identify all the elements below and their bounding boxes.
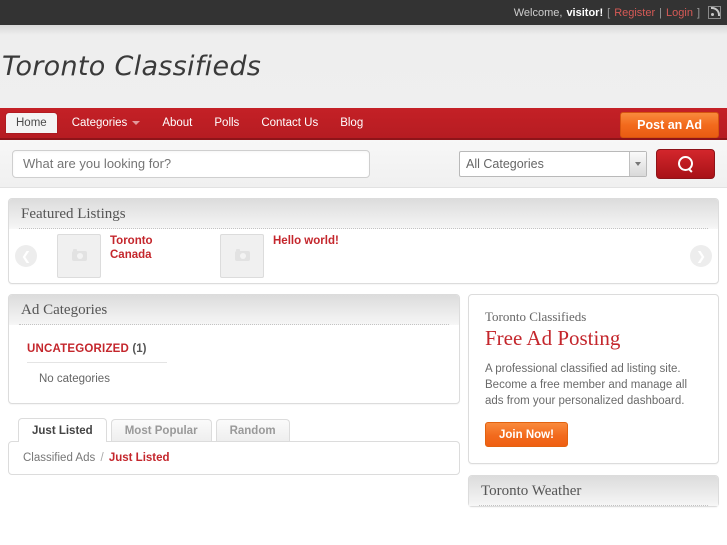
- category-entry-count: (1): [132, 343, 147, 355]
- nav-item-polls[interactable]: Polls: [203, 108, 250, 138]
- welcome-text: Welcome,: [513, 6, 563, 19]
- search-bar: All Categories: [0, 140, 727, 188]
- tab-random-label: Random: [229, 424, 276, 437]
- featured-listings-panel: Featured Listings ❮ Toronto Canada Hello…: [8, 198, 719, 284]
- right-sidebar: Toronto Classifieds Free Ad Posting A pr…: [468, 294, 719, 508]
- main-navigation: Home Categories About Polls Contact Us B…: [0, 108, 727, 140]
- site-logo[interactable]: Toronto Classifieds: [2, 51, 261, 82]
- prev-arrow-glyph: ❮: [20, 249, 32, 263]
- page-content: Featured Listings ❮ Toronto Canada Hello…: [0, 188, 727, 508]
- bracket-close: ]: [696, 6, 700, 19]
- listing-tabs-panel: Classified Ads / Just Listed: [8, 441, 460, 475]
- category-select[interactable]: All Categories: [459, 150, 647, 177]
- toronto-weather-widget: Toronto Weather: [468, 475, 719, 508]
- featured-items-list: Toronto Canada Hello world!: [37, 234, 690, 278]
- promo-description: A professional classified ad listing sit…: [485, 363, 687, 408]
- promo-kicker: Toronto Classifieds: [485, 309, 587, 324]
- tab-most-popular-label: Most Popular: [124, 424, 198, 437]
- featured-item[interactable]: Hello world!: [220, 234, 339, 278]
- nav-item-about[interactable]: About: [151, 108, 203, 138]
- nav-item-list: Home Categories About Polls Contact Us B…: [0, 108, 374, 138]
- breadcrumb-root[interactable]: Classified Ads: [23, 452, 95, 464]
- camera-glyph: [71, 249, 87, 261]
- listing-tabs: Just Listed Most Popular Random: [8, 418, 460, 442]
- category-entry: UNCATEGORIZED (1): [27, 341, 167, 363]
- nav-item-contact-us-label: Contact Us: [261, 117, 319, 129]
- next-arrow-glyph: ❯: [695, 249, 707, 263]
- rss-icon[interactable]: [708, 6, 721, 19]
- search-controls: All Categories: [459, 148, 715, 179]
- nav-item-about-label: About: [162, 117, 193, 129]
- featured-listings-header: Featured Listings: [9, 199, 718, 229]
- left-column: Ad Categories UNCATEGORIZED (1) No categ…: [8, 294, 460, 475]
- register-link[interactable]: Register: [614, 7, 655, 19]
- featured-item-title[interactable]: Toronto Canada: [110, 234, 184, 262]
- nav-item-polls-label: Polls: [214, 117, 240, 129]
- camera-placeholder-icon[interactable]: [57, 234, 101, 278]
- top-utility-bar-inner: Welcome, visitor! [ Register | Login ]: [514, 6, 721, 19]
- promo-heading: Free Ad Posting: [485, 326, 621, 350]
- camera-glyph: [234, 249, 250, 261]
- nav-item-blog-label: Blog: [340, 117, 364, 129]
- nav-item-blog[interactable]: Blog: [329, 108, 374, 138]
- site-header: Toronto Classifieds: [0, 25, 727, 108]
- login-link[interactable]: Login: [666, 7, 693, 19]
- tab-just-listed[interactable]: Just Listed: [18, 418, 107, 442]
- category-select-wrapper: All Categories: [459, 150, 647, 177]
- join-now-button[interactable]: Join Now!: [485, 422, 568, 448]
- post-an-ad-button[interactable]: Post an Ad: [620, 112, 719, 138]
- nav-item-categories-label: Categories: [71, 117, 128, 129]
- content-columns: Ad Categories UNCATEGORIZED (1) No categ…: [8, 294, 719, 508]
- no-categories-text: No categories: [39, 373, 110, 385]
- nav-item-contact-us[interactable]: Contact Us: [250, 108, 329, 138]
- chevron-right-icon[interactable]: ❯: [690, 245, 712, 267]
- link-divider: |: [659, 6, 663, 19]
- ad-categories-panel: Ad Categories UNCATEGORIZED (1) No categ…: [8, 294, 460, 404]
- chevron-left-icon[interactable]: ❮: [15, 245, 37, 267]
- camera-placeholder-icon[interactable]: [220, 234, 264, 278]
- listing-tabs-section: Just Listed Most Popular Random Classifi…: [8, 418, 460, 475]
- ad-categories-header: Ad Categories: [9, 295, 459, 325]
- featured-listings-title: Featured Listings: [21, 205, 126, 222]
- featured-listings-carousel: ❮ Toronto Canada Hello world! ❯: [9, 229, 718, 283]
- free-ad-posting-body: Toronto Classifieds Free Ad Posting A pr…: [469, 295, 718, 463]
- search-icon: [674, 152, 697, 175]
- tab-just-listed-label: Just Listed: [32, 424, 93, 437]
- bracket-open: [: [607, 6, 611, 19]
- ad-categories-title: Ad Categories: [21, 301, 108, 318]
- tab-random[interactable]: Random: [215, 419, 290, 441]
- free-ad-posting-widget: Toronto Classifieds Free Ad Posting A pr…: [468, 294, 719, 465]
- search-button[interactable]: [656, 148, 715, 179]
- search-input[interactable]: [12, 149, 370, 178]
- breadcrumb-current: Just Listed: [108, 452, 170, 464]
- top-utility-bar: Welcome, visitor! [ Register | Login ]: [0, 0, 727, 25]
- visitor-label: visitor!: [566, 6, 604, 19]
- category-entry-name[interactable]: UNCATEGORIZED: [27, 343, 129, 355]
- featured-item-title[interactable]: Hello world!: [273, 234, 339, 248]
- tab-most-popular[interactable]: Most Popular: [110, 419, 212, 441]
- breadcrumb: Classified Ads / Just Listed: [23, 452, 445, 464]
- nav-item-home-label: Home: [16, 117, 47, 129]
- featured-item[interactable]: Toronto Canada: [57, 234, 184, 278]
- toronto-weather-title: Toronto Weather: [481, 482, 582, 499]
- nav-item-home[interactable]: Home: [6, 113, 57, 133]
- breadcrumb-separator: /: [100, 452, 104, 464]
- toronto-weather-header: Toronto Weather: [469, 476, 718, 507]
- ad-categories-body: UNCATEGORIZED (1) No categories: [9, 325, 459, 403]
- nav-item-categories[interactable]: Categories: [61, 108, 152, 138]
- chevron-down-icon: [132, 121, 141, 125]
